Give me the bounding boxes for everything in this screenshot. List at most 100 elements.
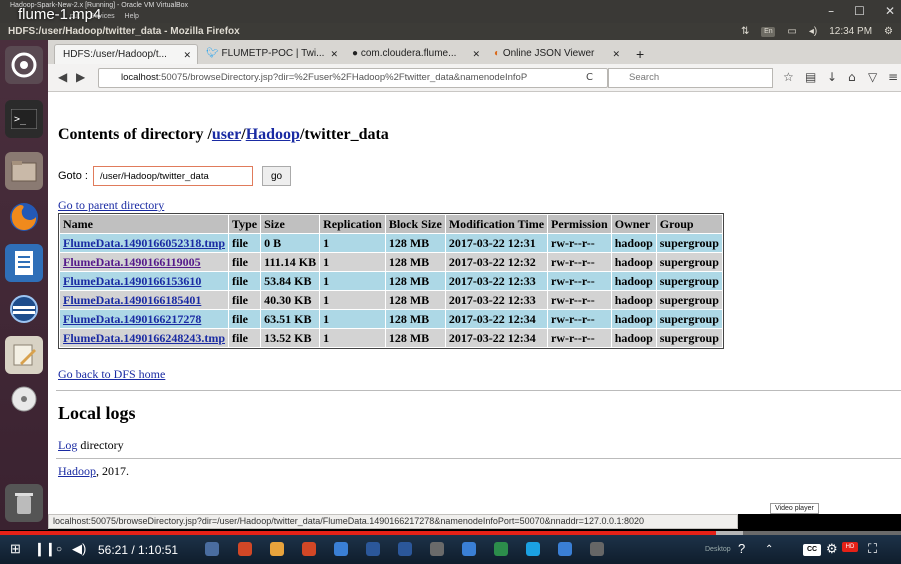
chevron-up-icon[interactable]: ⌃ xyxy=(765,544,773,555)
heading-suffix: /twitter_data xyxy=(299,126,389,143)
reader-icon[interactable]: ▤ xyxy=(805,70,816,84)
captions-button[interactable]: CC xyxy=(803,544,821,556)
text-editor-icon[interactable] xyxy=(5,336,43,374)
hadoop-link[interactable]: Hadoop xyxy=(58,464,96,478)
taskbar-app-icon[interactable] xyxy=(558,542,572,556)
new-tab-button[interactable]: + xyxy=(628,44,648,64)
taskbar-app-icon[interactable] xyxy=(590,542,604,556)
cell-modification-time: 2017-03-22 12:31 xyxy=(445,234,548,252)
table-row: FlumeData.1490166052318.tmp file 0 B 1 1… xyxy=(60,234,722,252)
cell-group: supergroup xyxy=(656,234,722,252)
close-icon[interactable]: ✕ xyxy=(885,4,895,18)
cell-block-size: 128 MB xyxy=(385,291,445,309)
keyboard-layout-icon[interactable]: En xyxy=(761,26,776,37)
ubuntu-top-panel: HDFS:/user/Hadoop/twitter_data - Mozilla… xyxy=(0,23,901,40)
back-icon[interactable]: ◀ xyxy=(58,70,67,84)
volume-speaker-icon[interactable]: ◀) xyxy=(72,541,86,557)
home-icon[interactable]: ⌂ xyxy=(848,70,856,84)
cell-type: file xyxy=(229,329,261,347)
taskbar-app-icon[interactable] xyxy=(270,542,284,556)
cell-permission: rw-r--r-- xyxy=(548,291,611,309)
tab-json-viewer[interactable]: ◐ Online JSON Viewer ✕ xyxy=(486,44,626,64)
fullscreen-icon[interactable]: ⛶ xyxy=(868,541,877,557)
dvd-drive-icon[interactable] xyxy=(5,380,43,418)
close-tab-icon[interactable]: ✕ xyxy=(330,44,338,64)
log-link[interactable]: Log xyxy=(58,438,77,452)
taskbar-app-icon[interactable] xyxy=(238,542,252,556)
cell-owner: hadoop xyxy=(611,310,656,328)
taskbar-app-icon[interactable] xyxy=(398,542,412,556)
file-link[interactable]: FlumeData.1490166119005 xyxy=(63,255,201,269)
firefox-tab-bar: HDFS:/user/Hadoop/t... ✕ 🐦︎ FLUMETP-POC |… xyxy=(48,40,901,64)
cell-replication: 1 xyxy=(320,310,385,328)
tab-cloudera[interactable]: ● com.cloudera.flume... ✕ xyxy=(344,44,486,64)
close-tab-icon[interactable]: ✕ xyxy=(183,45,191,64)
twitter-icon: 🐦︎ xyxy=(206,48,219,59)
cell-name: FlumeData.1490166119005 xyxy=(60,253,228,271)
firefox-icon[interactable] xyxy=(5,198,43,236)
volume-icon[interactable]: ◂) xyxy=(809,23,817,40)
cell-size: 0 B xyxy=(261,234,320,252)
heading-hadoop-link[interactable]: Hadoop xyxy=(246,126,300,143)
taskbar-app-icon[interactable] xyxy=(366,542,380,556)
go-button[interactable]: go xyxy=(261,166,292,186)
heading-user-link[interactable]: user xyxy=(212,126,241,143)
settings-gear-icon[interactable]: ⚙ xyxy=(826,541,838,557)
reload-icon[interactable]: C xyxy=(586,72,593,83)
cell-owner: hadoop xyxy=(611,329,656,347)
trash-icon[interactable] xyxy=(5,484,43,522)
close-tab-icon[interactable]: ✕ xyxy=(612,44,620,64)
maximize-icon[interactable]: ☐ xyxy=(854,4,865,18)
ubuntu-dash-icon[interactable] xyxy=(5,46,43,84)
vbox-menu-help[interactable]: Help xyxy=(125,13,139,20)
taskbar-app-icon[interactable] xyxy=(494,542,508,556)
file-link[interactable]: FlumeData.1490166052318.tmp xyxy=(63,236,225,250)
dfs-home-link[interactable]: Go back to DFS home xyxy=(58,367,165,382)
file-link[interactable]: FlumeData.1490166217278 xyxy=(63,312,201,326)
taskbar-app-icon[interactable] xyxy=(302,542,316,556)
menu-icon[interactable]: ≡ xyxy=(888,70,898,84)
help-icon[interactable]: ? xyxy=(738,541,745,556)
bookmark-star-icon[interactable]: ☆ xyxy=(783,70,794,84)
pocket-icon[interactable]: ▽ xyxy=(868,70,877,84)
cell-size: 53.84 KB xyxy=(261,272,320,290)
close-tab-icon[interactable]: ✕ xyxy=(472,44,480,64)
taskbar-app-icon[interactable] xyxy=(334,542,348,556)
windows-start-icon[interactable]: ⊞ xyxy=(10,541,21,557)
download-icon[interactable]: ↓ xyxy=(827,70,837,84)
cell-name: FlumeData.1490166217278 xyxy=(60,310,228,328)
url-bar[interactable]: localhost:50075/browseDirectory.jsp?dir=… xyxy=(98,68,608,88)
tab-hdfs[interactable]: HDFS:/user/Hadoop/t... ✕ xyxy=(54,44,198,64)
tab-flumetp[interactable]: 🐦︎ FLUMETP-POC | Twi... ✕ xyxy=(198,44,344,64)
virtualbox-icon[interactable] xyxy=(5,290,43,328)
goto-input[interactable] xyxy=(92,166,253,186)
battery-icon[interactable]: ▭ xyxy=(787,23,796,40)
settings-gear-icon[interactable]: ⚙ xyxy=(884,23,893,40)
text-document-icon[interactable] xyxy=(5,244,43,282)
cell-size: 40.30 KB xyxy=(261,291,320,309)
page-content: Contents of directory /user/Hadoop/twitt… xyxy=(48,92,901,514)
minimize-icon[interactable]: – xyxy=(828,4,834,18)
clock[interactable]: 12:34 PM xyxy=(829,23,872,40)
cell-group: supergroup xyxy=(656,329,722,347)
file-link[interactable]: FlumeData.1490166185401 xyxy=(63,293,201,307)
goto-label: Goto : xyxy=(58,170,88,182)
file-link[interactable]: FlumeData.1490166248243.tmp xyxy=(63,331,225,345)
pause-icon[interactable]: ❙❙ xyxy=(34,541,56,557)
url-host: localhost xyxy=(121,72,159,83)
search-input[interactable]: Search xyxy=(608,68,773,88)
cell-block-size: 128 MB xyxy=(385,310,445,328)
forward-icon[interactable]: ▶ xyxy=(76,70,85,84)
file-link[interactable]: FlumeData.1490166153610 xyxy=(63,274,201,288)
taskbar-app-icon[interactable] xyxy=(205,542,219,556)
vbox-window-title: Hadoop-Spark-New-2.x [Running] - Oracle … xyxy=(0,0,901,11)
network-icon[interactable]: ⇅ xyxy=(741,23,749,40)
parent-directory-link[interactable]: Go to parent directory xyxy=(58,198,164,213)
volume-icon[interactable]: ○ xyxy=(56,544,62,555)
taskbar-app-icon[interactable] xyxy=(462,542,476,556)
cell-type: file xyxy=(229,272,261,290)
file-manager-icon[interactable] xyxy=(5,152,43,190)
terminal-icon[interactable]: >_ xyxy=(5,100,43,138)
taskbar-app-icon[interactable] xyxy=(526,542,540,556)
taskbar-app-icon[interactable] xyxy=(430,542,444,556)
